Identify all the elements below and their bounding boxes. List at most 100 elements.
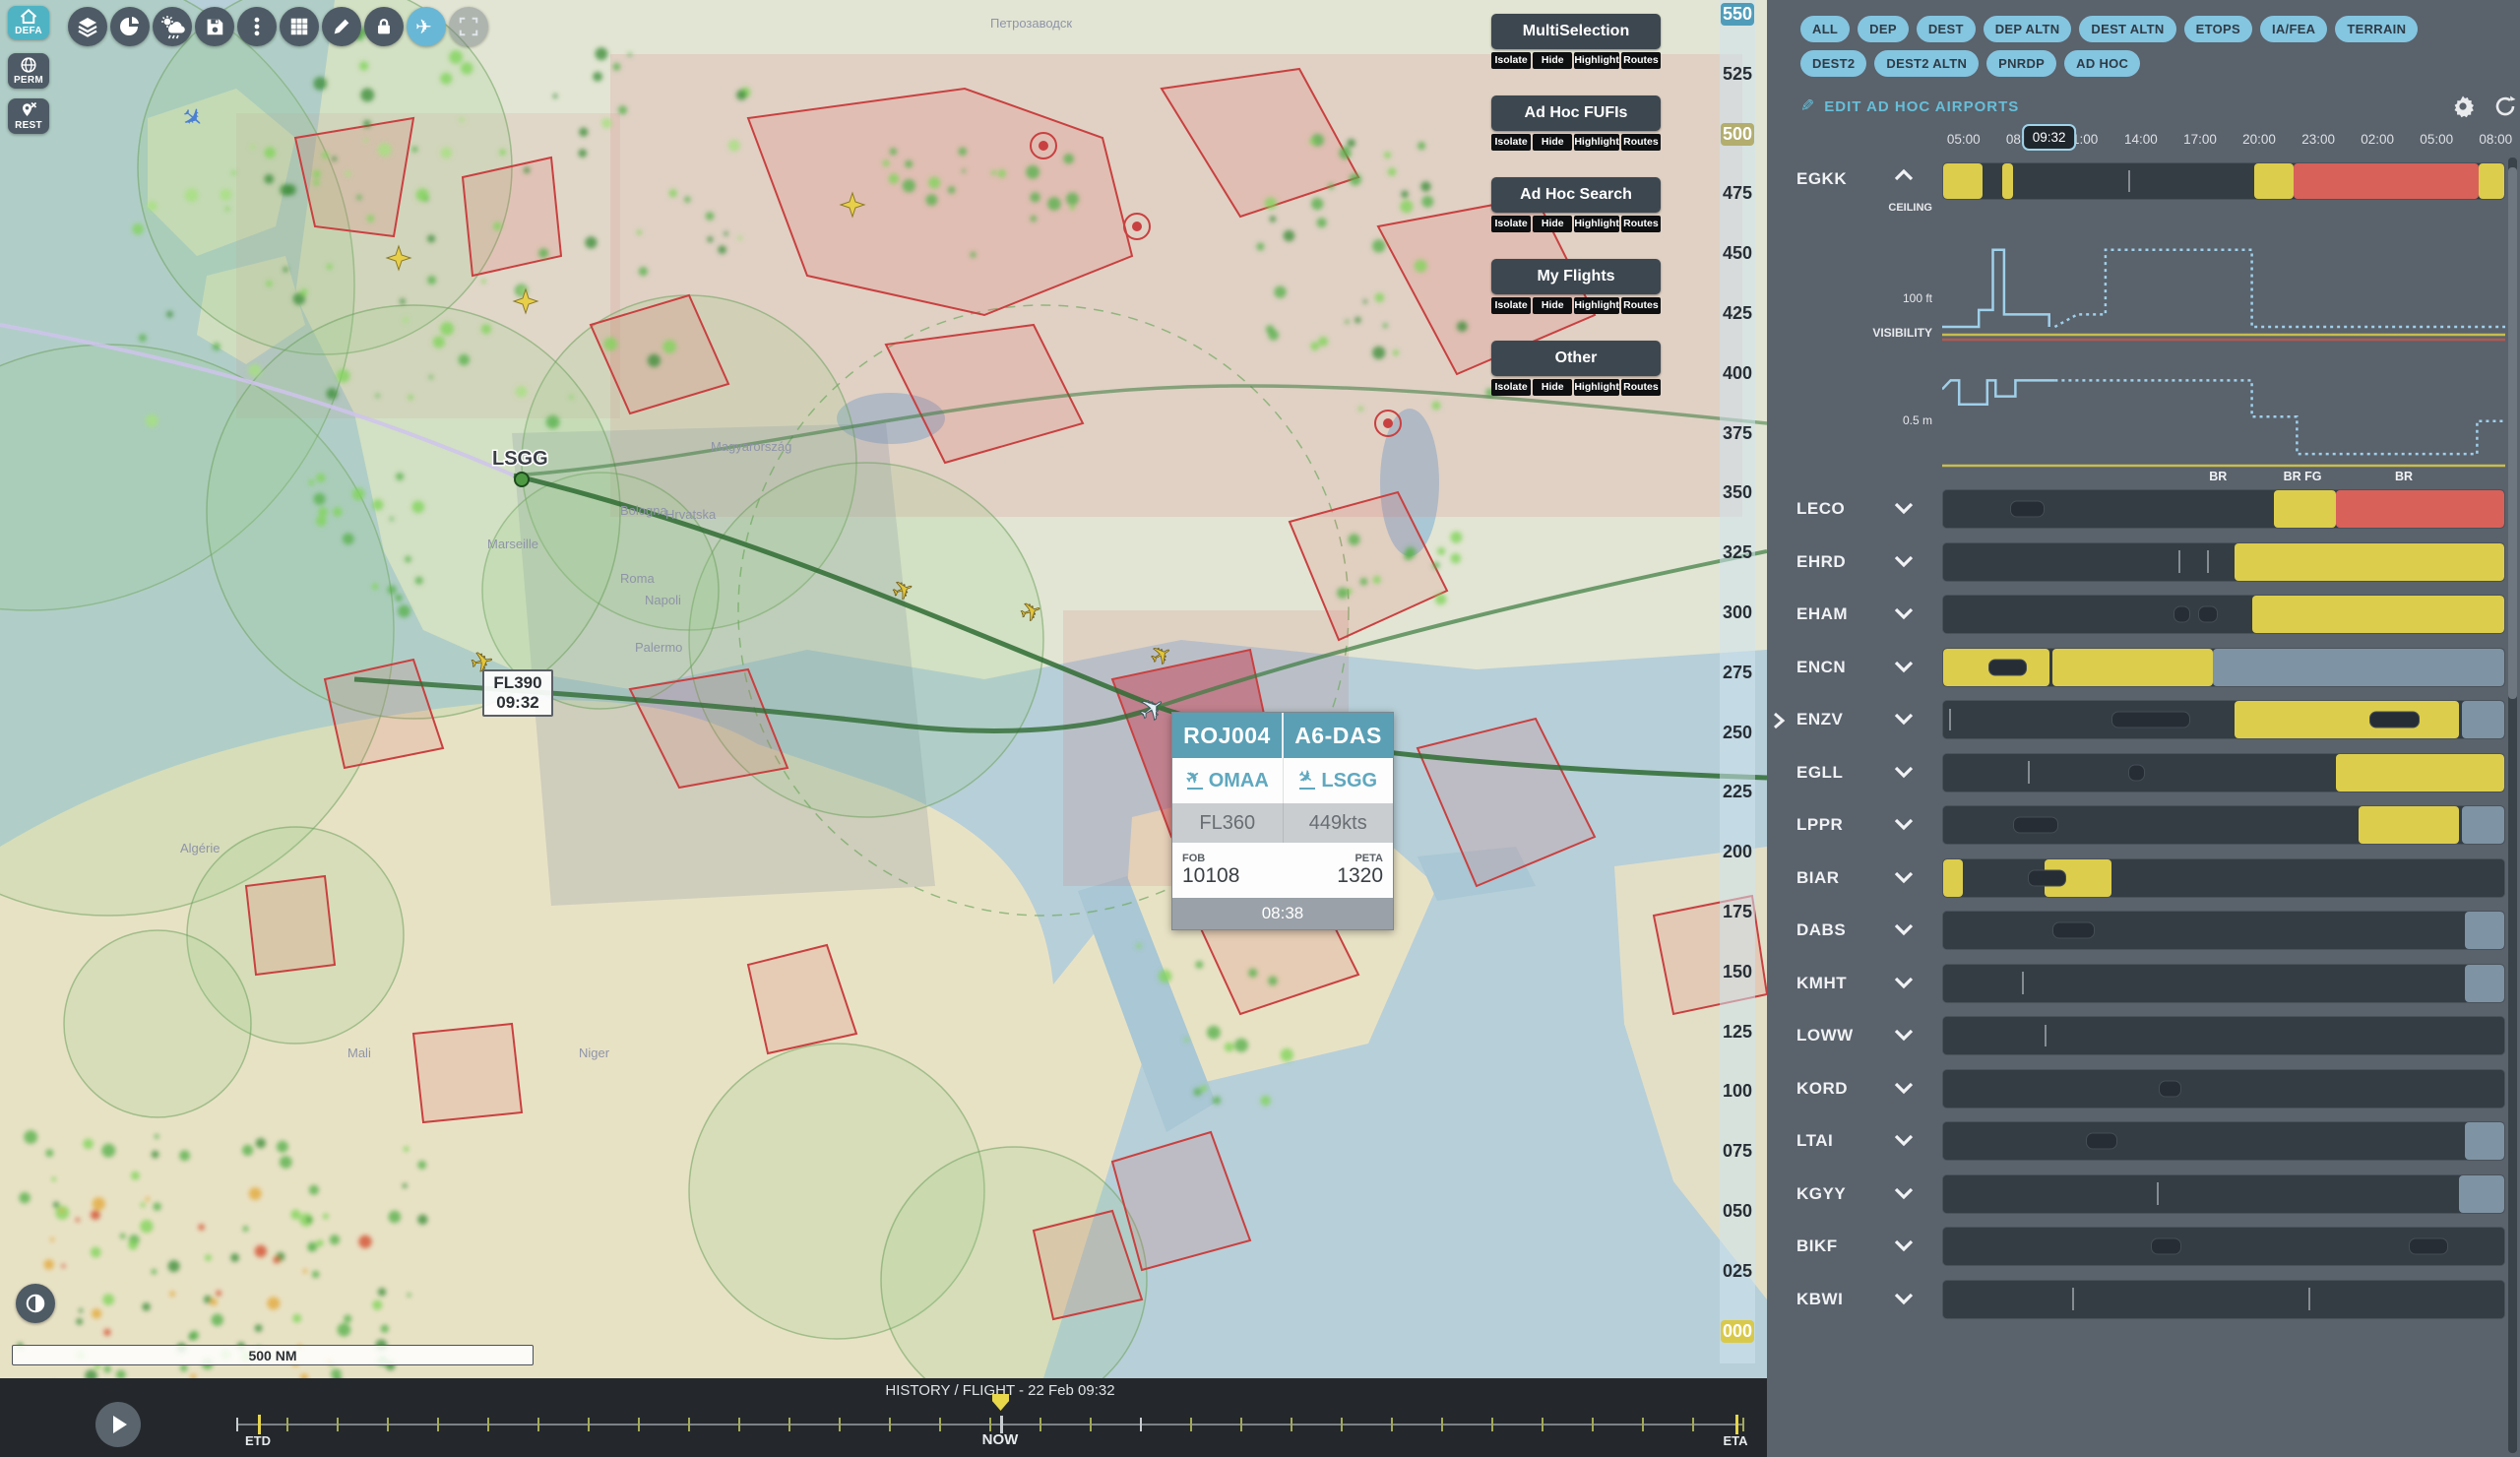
expand-chevron-loww[interactable]: [1890, 1023, 1918, 1046]
flight-level-325[interactable]: 325: [1721, 541, 1754, 564]
airport-code-ehrd[interactable]: EHRD: [1796, 552, 1887, 572]
status-bar-kord[interactable]: [1942, 1069, 2505, 1109]
status-bar-encn[interactable]: [1942, 648, 2505, 687]
etd-marker[interactable]: [258, 1415, 261, 1434]
filter-chip-dest-altn[interactable]: DEST ALTN: [2079, 16, 2175, 42]
expand-chevron-enzv[interactable]: [1890, 707, 1918, 730]
overlay-panel-title[interactable]: MultiSelection: [1491, 14, 1661, 49]
settings-button[interactable]: [2451, 95, 2475, 123]
flight-level-225[interactable]: 225: [1721, 781, 1754, 803]
filter-chip-terrain[interactable]: TERRAIN: [2335, 16, 2418, 42]
filter-chip-dest2[interactable]: DEST2: [1800, 50, 1866, 77]
mode-button-perm[interactable]: PERM: [8, 53, 49, 89]
highlight-button[interactable]: Highlight: [1574, 52, 1619, 69]
flight-level-475[interactable]: 475: [1721, 182, 1754, 205]
filter-chip-all[interactable]: ALL: [1800, 16, 1850, 42]
expand-chevron-bikf[interactable]: [1890, 1234, 1918, 1257]
expand-chevron-leco[interactable]: [1890, 496, 1918, 520]
airport-code-encn[interactable]: ENCN: [1796, 658, 1887, 677]
hide-button[interactable]: Hide: [1533, 216, 1572, 232]
status-bar-biar[interactable]: [1942, 858, 2505, 898]
flight-level-250[interactable]: 250: [1721, 722, 1754, 744]
flight-level-000[interactable]: 000: [1721, 1320, 1754, 1343]
panel-expand-chevron[interactable]: [1771, 711, 1787, 735]
flight-level-450[interactable]: 450: [1721, 242, 1754, 265]
isolate-button[interactable]: Isolate: [1491, 134, 1531, 151]
status-bar-ehrd[interactable]: [1942, 542, 2505, 582]
isolate-button[interactable]: Isolate: [1491, 297, 1531, 314]
overlay-panel-title[interactable]: Ad Hoc FUFIs: [1491, 95, 1661, 131]
charts-button[interactable]: [110, 7, 150, 46]
flight-level-350[interactable]: 350: [1721, 481, 1754, 504]
airport-code-bikf[interactable]: BIKF: [1796, 1236, 1887, 1256]
airport-code-eham[interactable]: EHAM: [1796, 604, 1887, 624]
status-bar-egll[interactable]: [1942, 753, 2505, 792]
status-bar-eham[interactable]: [1942, 595, 2505, 634]
hide-button[interactable]: Hide: [1533, 134, 1572, 151]
flight-level-525[interactable]: 525: [1721, 63, 1754, 86]
scrollbar-thumb[interactable]: [2508, 167, 2517, 699]
status-bar-kmht[interactable]: [1942, 964, 2505, 1003]
isolate-button[interactable]: Isolate: [1491, 379, 1531, 396]
flight-level-400[interactable]: 400: [1721, 362, 1754, 385]
flight-level-375[interactable]: 375: [1721, 422, 1754, 445]
expand-chevron-kmht[interactable]: [1890, 971, 1918, 994]
filter-chip-pnrdp[interactable]: PNRDP: [1986, 50, 2056, 77]
expand-chevron-egll[interactable]: [1890, 760, 1918, 784]
weather-button[interactable]: [153, 7, 192, 46]
status-bar-leco[interactable]: [1942, 489, 2505, 529]
fullscreen-button[interactable]: [449, 7, 488, 46]
expand-chevron-eham[interactable]: [1890, 602, 1918, 625]
filter-chip-etops[interactable]: ETOPS: [2184, 16, 2252, 42]
expand-chevron-kbwi[interactable]: [1890, 1287, 1918, 1310]
flight-level-125[interactable]: 125: [1721, 1021, 1754, 1044]
expand-chevron-dabs[interactable]: [1890, 918, 1918, 941]
edit-adhoc-airports-link[interactable]: ✎ EDIT AD HOC AIRPORTS: [1800, 96, 2019, 116]
mode-button-defa[interactable]: DEFA: [8, 6, 49, 39]
draw-button[interactable]: [322, 7, 361, 46]
contrast-toggle-button[interactable]: [16, 1284, 55, 1323]
now-marker[interactable]: [992, 1394, 1009, 1411]
mode-button-rest[interactable]: REST: [8, 98, 49, 134]
grid-view-button[interactable]: [280, 7, 319, 46]
flight-level-200[interactable]: 200: [1721, 841, 1754, 863]
highlight-button[interactable]: Highlight: [1574, 297, 1619, 314]
expand-chevron-kgyy[interactable]: [1890, 1181, 1918, 1205]
overlay-panel-title[interactable]: My Flights: [1491, 259, 1661, 294]
filter-chip-dest[interactable]: DEST: [1917, 16, 1976, 42]
status-bar-bikf[interactable]: [1942, 1227, 2505, 1266]
save-button[interactable]: [195, 7, 234, 46]
airport-code-dabs[interactable]: DABS: [1796, 920, 1887, 940]
expand-chevron-lppr[interactable]: [1890, 812, 1918, 836]
flight-level-550[interactable]: 550: [1721, 3, 1754, 26]
status-bar-loww[interactable]: [1942, 1016, 2505, 1055]
altitude-scale[interactable]: 5505255004754504254003753503253002752502…: [1720, 0, 1755, 1363]
expand-chevron-kord[interactable]: [1890, 1076, 1918, 1100]
refresh-button[interactable]: [2493, 95, 2517, 123]
routes-button[interactable]: Routes: [1621, 134, 1661, 151]
isolate-button[interactable]: Isolate: [1491, 216, 1531, 232]
airport-code-kord[interactable]: KORD: [1796, 1079, 1887, 1099]
filter-chip-dest2-altn[interactable]: DEST2 ALTN: [1874, 50, 1979, 77]
hide-button[interactable]: Hide: [1533, 52, 1572, 69]
playback-bar[interactable]: HISTORY / FLIGHT - 22 Feb 09:32 ETD NOW …: [0, 1378, 1767, 1457]
collapse-chevron-egkk[interactable]: [1890, 163, 1918, 187]
playback-timeline[interactable]: [236, 1424, 1744, 1425]
eta-marker[interactable]: [1735, 1415, 1738, 1434]
expand-chevron-ltai[interactable]: [1890, 1128, 1918, 1152]
airport-code-ltai[interactable]: LTAI: [1796, 1131, 1887, 1151]
map-canvas[interactable]: ✈ ✈ ✈ ✈ ✈ ✈ ПетрозаводскMagyarországHrva…: [0, 0, 1767, 1378]
flight-level-275[interactable]: 275: [1721, 662, 1754, 684]
overlay-panel-title[interactable]: Ad Hoc Search: [1491, 177, 1661, 213]
flight-level-500[interactable]: 500: [1721, 123, 1754, 146]
status-bar-kgyy[interactable]: [1942, 1174, 2505, 1214]
status-bar-dabs[interactable]: [1942, 911, 2505, 950]
lock-button[interactable]: [364, 7, 404, 46]
filter-chip-dep-altn[interactable]: DEP ALTN: [1984, 16, 2072, 42]
highlight-button[interactable]: Highlight: [1574, 216, 1619, 232]
flight-level-100[interactable]: 100: [1721, 1080, 1754, 1103]
airport-code-enzv[interactable]: ENZV: [1796, 710, 1887, 729]
highlight-button[interactable]: Highlight: [1574, 134, 1619, 151]
flight-level-025[interactable]: 025: [1721, 1260, 1754, 1283]
routes-button[interactable]: Routes: [1621, 216, 1661, 232]
